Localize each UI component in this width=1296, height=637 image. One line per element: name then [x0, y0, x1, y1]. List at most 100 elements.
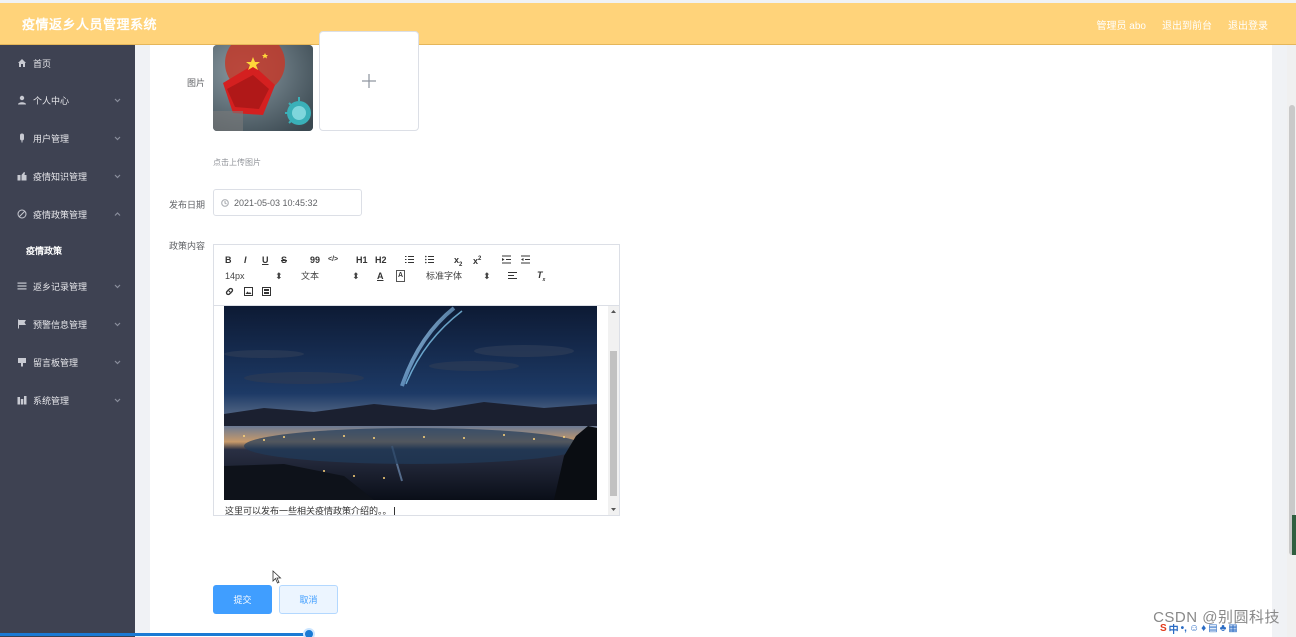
chevron-down-icon	[114, 96, 121, 103]
video-progress-handle[interactable]	[303, 628, 315, 637]
sidebar-item-label: 疫情政策管理	[33, 209, 88, 220]
flag-icon	[16, 318, 28, 330]
sidebar-item-return-records[interactable]: 返乡记录管理	[0, 267, 135, 305]
mouse-pointer-icon	[272, 570, 282, 584]
sidebar-item-label: 用户管理	[33, 133, 70, 144]
editor-toolbar: B I U S 99 </> H1 H2 x2 x2 14px ⬍ 文本 ⬍ A…	[214, 245, 619, 306]
page-scrollbar-thumb[interactable]	[1289, 105, 1295, 555]
back-to-front-link[interactable]: 退出到前台	[1162, 17, 1212, 32]
message-icon	[16, 356, 28, 368]
ordered-list-icon[interactable]	[405, 255, 414, 266]
sidebar-item-policy[interactable]: 疫情政策管理	[0, 195, 135, 233]
chevron-down-icon	[114, 320, 121, 327]
submit-button[interactable]: 提交	[213, 585, 272, 614]
chevron-down-icon	[114, 282, 121, 289]
sidebar-subitem-policy[interactable]: 疫情政策	[0, 233, 135, 267]
book-icon	[16, 170, 28, 182]
font-size-select[interactable]: 14px	[225, 271, 245, 281]
font-family-arrows-icon: ⬍	[483, 271, 491, 281]
editor-content-area[interactable]: 这里可以发布一些相关疫情政策介绍的。。	[214, 306, 619, 515]
indent-icon[interactable]	[502, 255, 511, 266]
list-icon	[16, 280, 28, 292]
chevron-down-icon	[114, 172, 121, 179]
subscript-button[interactable]: x2	[454, 255, 462, 270]
chevron-down-icon	[114, 134, 121, 141]
scroll-up-icon[interactable]	[611, 309, 616, 314]
font-family-select[interactable]: 标准字体	[426, 271, 462, 281]
clock-icon	[221, 198, 229, 207]
sidebar-item-home[interactable]: 首页	[0, 45, 135, 81]
blockquote-button[interactable]: 99	[310, 255, 320, 265]
ime-tray: S 中 •, ☺ ♦ ▤ ♣ ▦	[1160, 620, 1238, 637]
sidebar-item-knowledge[interactable]: 疫情知识管理	[0, 157, 135, 195]
bold-button[interactable]: B	[225, 255, 232, 265]
cancel-button[interactable]: 取消	[279, 585, 338, 614]
content-label: 政策内容	[168, 241, 205, 251]
font-color-icon[interactable]: A	[377, 271, 384, 281]
sidebar-item-messages[interactable]: 留言板管理	[0, 343, 135, 381]
font-size-arrows-icon: ⬍	[275, 271, 283, 281]
link-icon[interactable]	[225, 287, 234, 298]
ime-toolbox-icon[interactable]: ▦	[1228, 623, 1237, 634]
h2-button[interactable]: H2	[375, 255, 387, 265]
publish-date-input[interactable]: 2021-05-03 10:45:32	[213, 189, 362, 216]
video-insert-icon[interactable]	[262, 287, 271, 298]
system-title: 疫情返乡人员管理系统	[22, 17, 158, 32]
image-label: 图片	[186, 78, 205, 88]
ime-lang-icon[interactable]: 中	[1169, 621, 1179, 636]
text-style-arrows-icon: ⬍	[352, 271, 360, 281]
editor-scrollbar-thumb[interactable]	[610, 351, 617, 496]
video-progress-bar[interactable]	[0, 633, 310, 636]
side-handle	[1292, 515, 1296, 555]
sidebar-item-profile[interactable]: 个人中心	[0, 81, 135, 119]
sidebar: 首页 个人中心 用户管理 疫情知识管理 疫情政策管理 疫情政策 返乡记录管理 预…	[0, 45, 135, 637]
ime-emoji-icon[interactable]: ☺	[1189, 623, 1199, 634]
italic-button[interactable]: I	[244, 255, 247, 265]
align-icon[interactable]	[508, 271, 517, 282]
editor-embedded-image	[224, 306, 597, 500]
h1-button[interactable]: H1	[356, 255, 368, 265]
background-color-icon[interactable]: A	[396, 270, 406, 282]
sogou-icon[interactable]: S	[1160, 623, 1167, 634]
editor-scrollbar[interactable]	[608, 306, 619, 515]
text-style-select[interactable]: 文本	[301, 271, 319, 281]
ime-mic-icon[interactable]: ♦	[1201, 623, 1206, 634]
sidebar-item-label: 疫情知识管理	[33, 171, 88, 182]
sidebar-item-users[interactable]: 用户管理	[0, 119, 135, 157]
logout-link[interactable]: 退出登录	[1228, 17, 1268, 32]
clear-format-icon[interactable]: Tx	[537, 270, 545, 285]
user-icon	[16, 94, 28, 106]
sidebar-item-label: 个人中心	[33, 95, 70, 106]
code-button[interactable]: </>	[328, 255, 338, 265]
policy-icon	[16, 208, 28, 220]
ime-keyboard-icon[interactable]: ▤	[1208, 623, 1217, 634]
header-actions: 管理员 abo 退出到前台 退出登录	[1097, 3, 1268, 45]
image-insert-icon[interactable]	[244, 287, 253, 298]
bullet-list-icon[interactable]	[425, 255, 434, 266]
chevron-down-icon	[114, 396, 121, 403]
rich-text-editor[interactable]: B I U S 99 </> H1 H2 x2 x2 14px ⬍ 文本 ⬍ A…	[213, 244, 620, 516]
superscript-button[interactable]: x2	[473, 254, 481, 266]
underline-button[interactable]: U	[262, 255, 269, 265]
editor-text-value: 这里可以发布一些相关疫情政策介绍的。。	[225, 506, 392, 515]
scroll-down-icon[interactable]	[611, 507, 616, 512]
admin-user-label[interactable]: 管理员 abo	[1097, 17, 1146, 32]
sidebar-item-label: 返乡记录管理	[33, 281, 88, 292]
home-icon	[16, 57, 28, 69]
sidebar-item-warnings[interactable]: 预警信息管理	[0, 305, 135, 343]
outdent-icon[interactable]	[521, 255, 530, 266]
date-label: 发布日期	[168, 200, 205, 210]
upload-tip: 点击上传图片	[213, 158, 261, 167]
uploaded-image-thumbnail[interactable]	[213, 45, 313, 131]
add-image-button[interactable]	[319, 31, 419, 131]
publish-date-value: 2021-05-03 10:45:32	[234, 197, 318, 208]
strike-button[interactable]: S	[281, 255, 287, 265]
ime-skin-icon[interactable]: ♣	[1220, 623, 1227, 634]
sidebar-item-label: 系统管理	[33, 395, 70, 406]
editor-text-content: 这里可以发布一些相关疫情政策介绍的。。	[225, 504, 395, 515]
ime-punct-icon[interactable]: •,	[1181, 623, 1187, 634]
text-caret	[393, 506, 395, 515]
chevron-down-icon	[114, 358, 121, 365]
chevron-up-icon	[114, 210, 121, 217]
sidebar-item-system[interactable]: 系统管理	[0, 381, 135, 419]
